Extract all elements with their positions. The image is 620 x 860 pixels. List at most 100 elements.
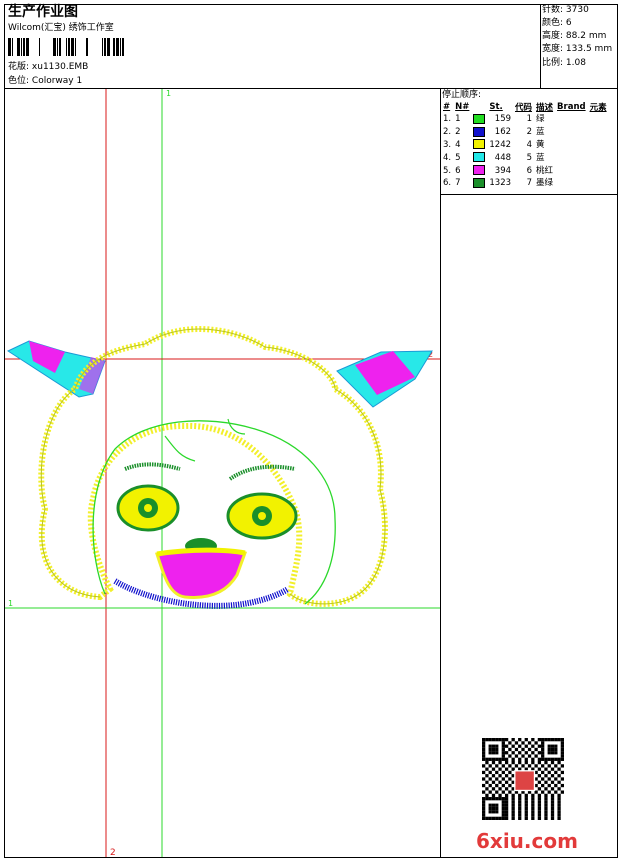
design-label: 花版: [8, 62, 30, 72]
thread-color-swatch [473, 165, 486, 176]
cell-st: 448 [494, 152, 512, 163]
col-header: Brand [557, 102, 586, 112]
right-eyebrow [228, 464, 296, 481]
cell-n: 5 [455, 152, 461, 163]
studio-name: Wilcom(汇宝) 绣饰工作室 [8, 23, 114, 33]
col-header [471, 101, 487, 113]
col-header: # [443, 102, 451, 112]
cell-desc: 黄 [536, 139, 545, 150]
cell-idx: 5. [443, 165, 452, 176]
canvas-divider [440, 88, 441, 858]
cell-brand [555, 113, 588, 126]
cell-elem [588, 177, 609, 190]
cell-swatch [471, 164, 487, 177]
cell-elem [588, 164, 609, 177]
cell-brand [555, 151, 588, 164]
barcode [8, 38, 124, 56]
cell-st: 1242 [489, 139, 512, 150]
info-value: 133.5 mm [565, 44, 613, 54]
col-header: 代码 [515, 103, 533, 113]
table-row: 5. 6 394 6 桃红 [441, 164, 609, 177]
qr-code [482, 738, 564, 820]
cell-st: 162 [494, 127, 512, 138]
cell-idx: 2. [443, 127, 452, 138]
table-row: 3. 4 1242 4 黄 [441, 139, 609, 152]
left-eye [116, 484, 180, 532]
cell-brand [555, 126, 588, 139]
cell-idx: 4. [443, 152, 452, 163]
design-file-row: 花版: xu1130.EMB [8, 62, 88, 73]
guide-label-top: 1 [166, 89, 171, 98]
colorway-label: 色位: [8, 76, 30, 86]
cell-desc: 蓝 [536, 152, 545, 163]
mouth [155, 547, 248, 599]
cell-elem [588, 113, 609, 126]
cell-code: 5 [526, 152, 533, 163]
right-eye [226, 492, 298, 540]
cell-n: 4 [455, 139, 461, 150]
col-header: St. [489, 102, 503, 112]
col-header: 元素 [589, 103, 607, 113]
cell-brand [555, 139, 588, 152]
cell-swatch [471, 177, 487, 190]
cell-elem [588, 139, 609, 152]
info-divider [540, 4, 541, 88]
table-row: 4. 5 448 5 蓝 [441, 151, 609, 164]
colorway-row: 色位: Colorway 1 [8, 76, 82, 87]
info-scale: 比例: 1.08 [542, 58, 586, 69]
thread-color-swatch [473, 177, 486, 188]
page-title: 生产作业图 [8, 4, 78, 20]
info-label: 颜色: [542, 18, 564, 28]
cell-swatch [471, 139, 487, 152]
table-divider [440, 194, 618, 195]
thread-color-swatch [473, 126, 486, 137]
info-label: 针数: [542, 5, 564, 15]
info-label: 宽度: [542, 44, 564, 54]
cell-n: 7 [455, 178, 461, 189]
table-row: 1. 1 159 1 绿 [441, 113, 609, 126]
cell-idx: 6. [443, 178, 452, 189]
cell-elem [588, 126, 609, 139]
cell-desc: 桃红 [536, 165, 554, 176]
cell-brand [555, 177, 588, 190]
colorway-value: Colorway 1 [31, 76, 83, 86]
cell-code: 4 [526, 139, 533, 150]
info-stitches: 针数: 3730 [542, 5, 589, 16]
info-width: 宽度: 133.5 mm [542, 44, 612, 55]
cell-code: 6 [526, 165, 533, 176]
cell-desc: 绿 [536, 114, 545, 125]
table-row: 6. 7 1323 7 墨绿 [441, 177, 609, 190]
thread-table: # N# St. 代码 描述 Brand 元素 1. 1 159 1 绿 2. 2 162 2 蓝… [441, 101, 609, 190]
guide-label-bottom: 2 [110, 848, 116, 857]
site-watermark: 6xiu.com [476, 829, 578, 853]
design-file: xu1130.EMB [31, 62, 89, 72]
cell-idx: 1. [443, 114, 452, 125]
info-value: 1.08 [565, 58, 586, 68]
thread-color-swatch [473, 113, 486, 124]
cell-code: 2 [526, 127, 533, 138]
info-height: 高度: 88.2 mm [542, 31, 606, 42]
cell-st: 394 [494, 165, 512, 176]
col-header: N# [455, 102, 470, 112]
info-value: 3730 [565, 5, 589, 15]
cell-code: 1 [526, 114, 533, 125]
thread-color-swatch [473, 152, 486, 163]
info-label: 高度: [542, 31, 564, 41]
left-eyebrow [124, 462, 181, 471]
info-value: 6 [565, 18, 572, 28]
design-preview: 1 2 1 2 [5, 89, 440, 857]
thread-color-swatch [473, 139, 486, 150]
guide-label-left: 1 [8, 599, 13, 608]
cell-code: 7 [526, 178, 533, 189]
info-value: 88.2 mm [565, 31, 607, 41]
info-colors: 颜色: 6 [542, 18, 572, 29]
table-header-row: # N# St. 代码 描述 Brand 元素 [441, 101, 609, 113]
cell-elem [588, 151, 609, 164]
cell-n: 2 [455, 127, 461, 138]
cell-swatch [471, 126, 487, 139]
cell-brand [555, 164, 588, 177]
col-header: 描述 [536, 103, 554, 113]
table-row: 2. 2 162 2 蓝 [441, 126, 609, 139]
cell-st: 159 [494, 114, 512, 125]
stop-sequence-title: 停止顺序: [442, 90, 482, 100]
